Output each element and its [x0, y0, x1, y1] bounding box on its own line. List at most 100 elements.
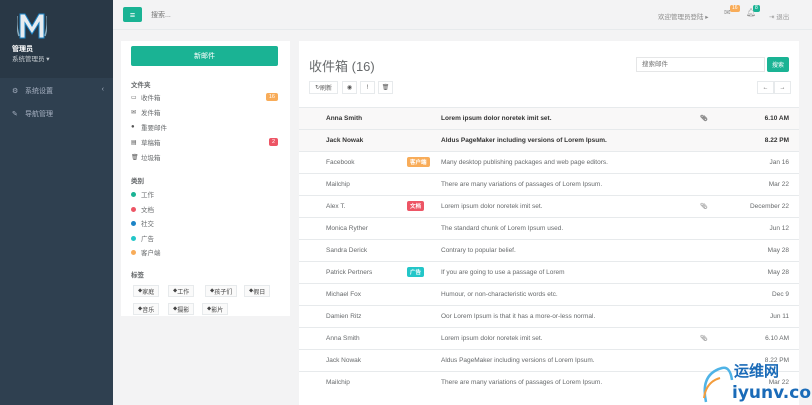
mail-subject[interactable]: Lorem ipsum dolor noretek imit set. — [441, 203, 543, 210]
table-row[interactable]: Alex T. 文档 Lorem ipsum dolor noretek imit … — [299, 195, 799, 217]
mail-sender[interactable]: Sandra Derick — [326, 247, 367, 254]
watermark-url: iyunv.com — [732, 383, 812, 403]
mail-sender[interactable]: Mailchip — [326, 181, 350, 188]
mail-sender[interactable]: Alex T. — [326, 203, 345, 210]
exclamation-icon: ! — [366, 84, 369, 91]
mail-date: 6.10 AM — [765, 335, 789, 342]
mail-date: December 22 — [749, 203, 789, 210]
mail-subject[interactable]: Aldus PageMaker including versions of Lo… — [441, 357, 595, 364]
tag-family[interactable]: ⬥ 家庭 — [133, 285, 160, 297]
mail-sender[interactable]: Anna Smith — [326, 335, 360, 342]
trash-icon: 🗑︎ — [381, 85, 390, 91]
category-social[interactable]: 社交 — [131, 217, 154, 229]
mail-label-badge: 广告 — [407, 267, 425, 277]
mark-important-button[interactable]: ! — [360, 81, 375, 94]
refresh-button[interactable]: ↻ 刷新 — [309, 81, 338, 94]
categories-title: 类别 — [131, 178, 144, 185]
tag-films[interactable]: ⬥ 影片 — [202, 303, 229, 315]
category-work[interactable]: 工作 — [131, 188, 154, 200]
mail-subject[interactable]: There are many variations of passages of… — [441, 379, 602, 386]
mail-search-button[interactable]: 搜索 — [767, 57, 789, 72]
category-documents[interactable]: 文档 — [131, 203, 154, 215]
tag-work[interactable]: ⬥ 工作 — [168, 285, 195, 297]
next-page-button[interactable]: → — [774, 81, 791, 94]
hamburger-icon: ≡ — [129, 9, 136, 20]
folder-count-badge: 2 — [268, 138, 278, 146]
prev-page-button[interactable]: ← — [757, 81, 774, 94]
mail-subject[interactable]: The standard chunk of Lorem Ipsum used. — [441, 225, 563, 232]
folder-label: 重要邮件 — [141, 125, 167, 132]
category-label: 工作 — [141, 192, 154, 199]
sidebar-item-system-settings[interactable]: ⚙ 系统设置 ‹ — [0, 80, 113, 102]
table-row[interactable]: Patrick Pertners 广告 If you are going to us… — [299, 261, 799, 283]
table-row[interactable]: Damien Ritz Oor Lorem Ipsum is that it ha… — [299, 305, 799, 327]
compose-button[interactable]: 新邮件 — [131, 46, 278, 66]
delete-button[interactable]: 🗑︎ — [378, 81, 393, 94]
mail-sender[interactable]: Facebook — [326, 159, 355, 166]
mail-subject[interactable]: Lorem ipsum dolor noretek imit set. — [441, 335, 543, 342]
tag-label: 家庭 — [142, 289, 155, 296]
mail-list-panel: 收件箱 (16) 搜索 ↻刷新 ◉ ! 🗑︎ ← → Anna Smith Lor… — [299, 41, 799, 405]
tag-label: 音乐 — [142, 307, 155, 314]
folder-label: 垃圾箱 — [141, 155, 161, 162]
mail-subject[interactable]: If you are going to use a passage of Lor… — [441, 269, 565, 276]
tag-label: 影片 — [211, 307, 224, 314]
paperclip-icon: 📎︎ — [700, 336, 708, 342]
mail-date: Jun 12 — [769, 225, 789, 232]
mail-sender[interactable]: Mailchip — [326, 379, 350, 386]
mail-subject[interactable]: Oor Lorem Ipsum is that it has a more-or… — [441, 313, 595, 320]
inbox-icon: ▭ — [131, 94, 137, 101]
mail-subject[interactable]: Many desktop publishing packages and web… — [441, 159, 608, 166]
mail-subject[interactable]: Humour, or non-characteristic words etc. — [441, 291, 558, 298]
table-row[interactable]: Anna Smith Lorem ipsum dolor noretek imit… — [299, 327, 799, 349]
folder-label: 草稿箱 — [141, 140, 161, 147]
mail-sender[interactable]: Patrick Pertners — [326, 269, 372, 276]
eye-icon: ◉ — [346, 85, 353, 91]
sidebar-item-nav-management[interactable]: ✎ 导航管理 — [0, 103, 113, 125]
mail-date: Mar 22 — [768, 181, 789, 188]
folder-important[interactable]: ● 重要邮件 — [131, 120, 278, 134]
table-row[interactable]: Michael Fox Humour, or non-characteristic… — [299, 283, 799, 305]
paperclip-icon: 📎︎ — [700, 204, 708, 210]
mail-sender[interactable]: Damien Ritz — [326, 313, 361, 320]
mail-sender[interactable]: Jack Nowak — [326, 357, 361, 364]
mail-search-input[interactable] — [636, 57, 765, 72]
folder-inbox[interactable]: ▭ 收件箱 16 — [131, 90, 278, 104]
mail-sender[interactable]: Jack Nowak — [326, 137, 363, 144]
envelope-icon: ✉ — [131, 109, 137, 116]
watermark-cn: 运维网 — [734, 362, 779, 380]
tag-kids[interactable]: ⬥ 孩子们 — [205, 285, 238, 297]
tag-music[interactable]: ⬥ 音乐 — [133, 303, 160, 315]
mail-subject[interactable]: Lorem ipsum dolor noretek imit set. — [441, 115, 552, 122]
table-row[interactable]: Mailchip There are many variations of pas… — [299, 173, 799, 195]
folder-trash[interactable]: 🗑︎ 垃圾箱 — [131, 150, 278, 164]
table-row[interactable]: Sandra Derick Contrary to popular belief.… — [299, 239, 799, 261]
logout-link[interactable]: ⇥ 退出 — [769, 11, 789, 21]
profile-role-dropdown[interactable]: 系统管理员 ▾ — [12, 53, 50, 63]
table-row[interactable]: Monica Ryther The standard chunk of Lorem… — [299, 217, 799, 239]
table-row[interactable]: Jack Nowak Aldus PageMaker including vers… — [299, 129, 799, 151]
category-client[interactable]: 客户端 — [131, 246, 161, 258]
mail-sender[interactable]: Anna Smith — [326, 115, 362, 122]
table-row[interactable]: Facebook 客户端 Many desktop publishing packa… — [299, 151, 799, 173]
table-row[interactable]: Anna Smith Lorem ipsum dolor noretek imit… — [299, 107, 799, 129]
mail-date: May 28 — [767, 269, 789, 276]
mark-read-button[interactable]: ◉ — [342, 81, 357, 94]
folder-count-badge: 16 — [265, 93, 278, 101]
mail-subject[interactable]: There are many variations of passages of… — [441, 181, 602, 188]
folder-drafts[interactable]: ▤ 草稿箱 2 — [131, 135, 278, 149]
menu-toggle-button[interactable]: ≡ — [123, 7, 142, 22]
category-ads[interactable]: 广告 — [131, 232, 154, 244]
mail-date: Jun 11 — [769, 313, 789, 320]
paperclip-icon: 📎︎ — [700, 116, 708, 122]
mail-sender[interactable]: Michael Fox — [326, 291, 361, 298]
mail-subject[interactable]: Contrary to popular belief. — [441, 247, 516, 254]
folder-sent[interactable]: ✉ 发件箱 — [131, 105, 278, 119]
mail-subject[interactable]: Aldus PageMaker including versions of Lo… — [441, 137, 607, 144]
folders-title: 文件夹 — [131, 82, 151, 89]
tag-photography[interactable]: ⬥ 摄影 — [168, 303, 195, 315]
arrow-left-icon: ← — [762, 84, 769, 91]
top-search-input[interactable] — [151, 9, 351, 21]
mail-sender[interactable]: Monica Ryther — [326, 225, 368, 232]
tag-holiday[interactable]: ⬥ 假日 — [244, 285, 271, 297]
